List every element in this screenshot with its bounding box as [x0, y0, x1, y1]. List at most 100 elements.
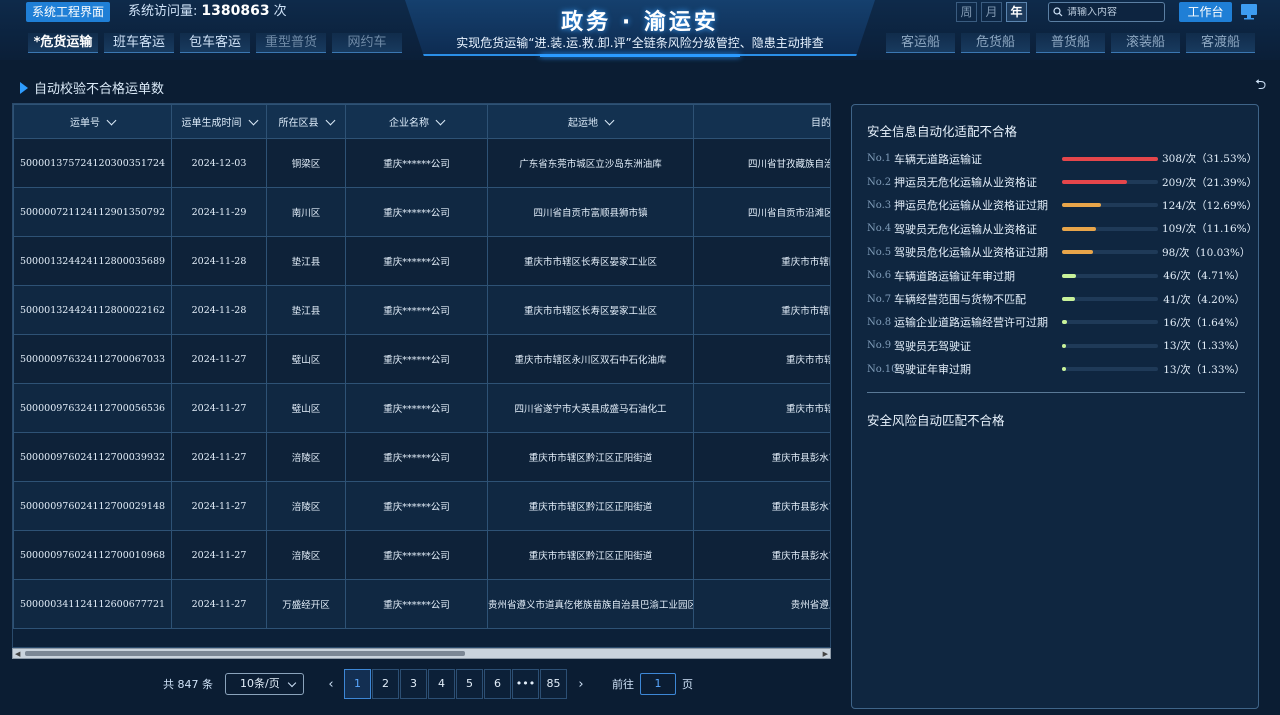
nav-tab[interactable]: 包车客运 — [180, 33, 250, 53]
column-header[interactable]: 运单号 — [13, 104, 172, 139]
column-header-label: 运单生成时间 — [181, 118, 242, 129]
table-cell: 重庆市市辖区长寿区晏家工业区 — [487, 285, 694, 335]
page-size-select[interactable]: 10条/页 — [225, 673, 304, 695]
table-row[interactable]: 500000976324112700067033 2024-11-27 璧山区 重庆*… — [13, 334, 830, 384]
table-row[interactable]: 500001324424112800022162 2024-11-28 垫江县 重庆*… — [13, 285, 830, 335]
table-cell: 南川区 — [266, 187, 346, 237]
search-input[interactable] — [1067, 6, 1162, 18]
goto-page-input[interactable]: 1 — [640, 673, 676, 695]
table-cell: 涪陵区 — [266, 432, 346, 482]
chevron-down-icon[interactable] — [435, 115, 446, 126]
table-cell: 重庆******公司 — [345, 432, 488, 482]
rank-number: No.4 — [867, 223, 892, 235]
nav-tab[interactable]: 滚装船 — [1111, 33, 1180, 53]
rank-row: No.7 车辆经营范围与货物不匹配 41/次（4.20%） — [867, 287, 1245, 310]
rank-value: 13/次（1.33%） — [1163, 340, 1245, 353]
page-button[interactable]: ••• — [512, 669, 539, 699]
period-option[interactable]: 周 — [956, 2, 977, 22]
table-cell: 涪陵区 — [266, 481, 346, 531]
page-button[interactable]: 85 — [540, 669, 567, 699]
column-header-label: 起运地 — [568, 118, 598, 129]
prev-page-icon[interactable]: ‹ — [318, 677, 344, 692]
rank-bar-track — [1062, 226, 1158, 231]
nav-tab[interactable]: 重型普货 — [256, 33, 326, 53]
table-cell: 四川省自贡市富顺县狮市镇 — [487, 187, 694, 237]
back-icon[interactable]: ⮌ — [1255, 78, 1271, 92]
table-row[interactable]: 500000341124112600677721 2024-11-27 万盛经开区重… — [13, 579, 830, 629]
scroll-thumb[interactable] — [25, 651, 465, 656]
visits-label: 系统访问量: — [128, 4, 198, 19]
table-cell: 2024-11-28 — [171, 285, 267, 335]
rank-label: 车辆经营范围与货物不匹配 — [894, 293, 1026, 307]
nav-tab[interactable]: 客渡船 — [1186, 33, 1255, 53]
period-switch: 周月年 — [956, 2, 1027, 22]
page-button[interactable]: 1 — [344, 669, 371, 699]
nav-tab[interactable]: 危货船 — [961, 33, 1030, 53]
rank-row: No.10 驾驶证年审过期 13/次（1.33%） — [867, 358, 1245, 381]
rank-number: No.8 — [867, 316, 892, 328]
rank-value: 308/次（31.53%） — [1162, 153, 1258, 166]
table-row[interactable]: 500000721124112901350792 2024-11-29 南川区 重庆*… — [13, 187, 830, 237]
table-row[interactable]: 500000976024112700039932 2024-11-27 涪陵区 重庆*… — [13, 432, 830, 482]
rank-number: No.5 — [867, 246, 892, 258]
title-glow-bar — [540, 54, 740, 57]
column-header[interactable]: 目的地 — [693, 104, 830, 139]
table-cell: 2024-12-03 — [171, 138, 267, 188]
scroll-left-icon[interactable]: ◀ — [15, 650, 20, 658]
table-row[interactable]: 500000976024112700010968 2024-11-27 涪陵区 重庆*… — [13, 530, 830, 580]
table-cell: 重庆******公司 — [345, 187, 488, 237]
nav-tab[interactable]: *危货运输 — [28, 33, 98, 53]
column-header[interactable]: 起运地 — [487, 104, 694, 139]
monitor-icon[interactable] — [1240, 3, 1258, 20]
page-button[interactable]: 4 — [428, 669, 455, 699]
table-cell: 广东省东莞市城区立沙岛东洲油库 — [487, 138, 694, 188]
next-page-icon[interactable]: › — [568, 677, 594, 692]
chevron-down-icon[interactable] — [604, 115, 615, 126]
nav-tab[interactable]: 普货船 — [1036, 33, 1105, 53]
rank-number: No.7 — [867, 293, 892, 305]
page-button[interactable]: 6 — [484, 669, 511, 699]
column-header[interactable]: 运单生成时间 — [171, 104, 267, 139]
table-cell: 垫江县 — [266, 285, 346, 335]
table-row[interactable]: 500001375724120300351724 2024-12-03 铜梁区 重庆*… — [13, 138, 830, 188]
period-option[interactable]: 年 — [1006, 2, 1027, 22]
rank-bar-track — [1062, 180, 1158, 185]
nav-tab[interactable]: 网约车 — [332, 33, 402, 53]
nav-right: 客运船 危货船 普货船 滚装船 客渡船 — [886, 33, 1255, 53]
table-cell: 重庆******公司 — [345, 530, 488, 580]
table-row[interactable]: 500000976324112700056536 2024-11-27 璧山区 重庆*… — [13, 383, 830, 433]
search-icon — [1053, 7, 1063, 17]
table-cell: 500000976324112700067033 — [13, 334, 172, 384]
column-header[interactable]: 所在区县 — [266, 104, 346, 139]
horizontal-scrollbar[interactable]: ◀ ▶ — [12, 648, 831, 659]
nav-tab[interactable]: 客运船 — [886, 33, 955, 53]
goto-unit: 页 — [682, 678, 693, 691]
table-row[interactable]: 500000976024112700029148 2024-11-27 涪陵区 重庆*… — [13, 481, 830, 531]
chevron-down-icon[interactable] — [325, 115, 335, 126]
section-title: 自动校验不合格运单数 — [20, 78, 164, 97]
workbench-button[interactable]: 工作台 — [1179, 2, 1232, 22]
rank-number: No.2 — [867, 176, 892, 188]
page-button[interactable]: 5 — [456, 669, 483, 699]
column-header-label: 运单号 — [70, 118, 100, 129]
page-button[interactable]: 3 — [400, 669, 427, 699]
system-engineering-button[interactable]: 系统工程界面 — [26, 2, 110, 22]
scroll-right-icon[interactable]: ▶ — [823, 650, 828, 658]
page-button[interactable]: 2 — [372, 669, 399, 699]
rank-value: 124/次（12.69%） — [1162, 199, 1258, 212]
rank-label: 驾驶证年审过期 — [894, 363, 971, 377]
rank-bar-fill — [1062, 156, 1158, 161]
nav-tab[interactable]: 班车客运 — [104, 33, 174, 53]
page-numbers: 1 2 3 4 5 6 ••• 85 — [344, 669, 568, 699]
column-header[interactable]: 企业名称 — [345, 104, 488, 139]
rank-label: 车辆道路运输证年审过期 — [894, 269, 1015, 283]
rank-number: No.10 — [867, 363, 898, 375]
table-cell: 重庆市县彭水苗族土家族自治 — [693, 530, 830, 580]
rank-bar-fill — [1062, 180, 1128, 185]
chevron-down-icon[interactable] — [248, 115, 258, 126]
table-row[interactable]: 500001324424112800035689 2024-11-28 垫江县 重庆*… — [13, 236, 830, 286]
period-option[interactable]: 月 — [981, 2, 1002, 22]
table-cell: 重庆市市辖区长寿区晏家 — [693, 285, 830, 335]
chevron-down-icon[interactable] — [106, 115, 117, 126]
search-box[interactable] — [1048, 2, 1165, 22]
